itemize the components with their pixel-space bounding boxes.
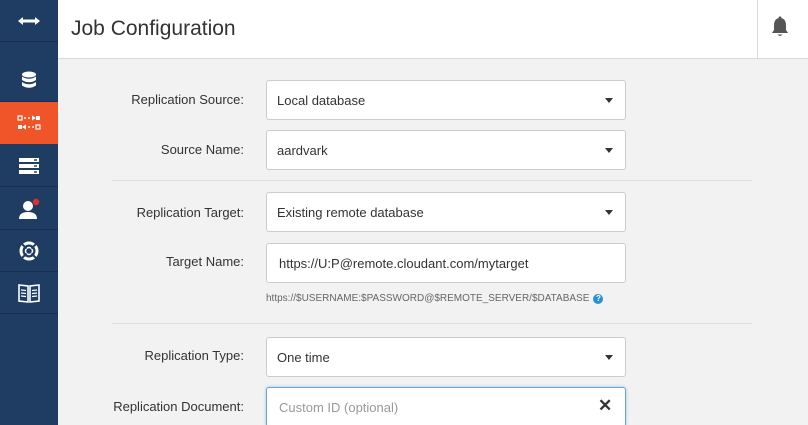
notification-badge bbox=[32, 198, 40, 205]
sidebar-item-replication[interactable] bbox=[0, 102, 58, 144]
source-name-value: aardvark bbox=[277, 143, 328, 158]
replication-document-row: ✕ bbox=[58, 387, 808, 425]
sidebar-item-documentation[interactable] bbox=[0, 272, 58, 314]
caret-down-icon bbox=[605, 210, 613, 215]
sidebar-item-account[interactable] bbox=[0, 188, 58, 230]
bell-icon bbox=[772, 16, 788, 36]
server-stack-icon bbox=[19, 157, 39, 174]
replication-source-value: Local database bbox=[277, 93, 366, 108]
target-name-input[interactable] bbox=[266, 243, 626, 283]
caret-down-icon bbox=[605, 98, 613, 103]
sidebar-item-active-tasks[interactable] bbox=[0, 145, 58, 187]
lifebuoy-icon bbox=[19, 241, 39, 260]
replication-target-select[interactable]: Existing remote database bbox=[266, 192, 626, 232]
sidebar-toggle[interactable] bbox=[0, 0, 58, 42]
target-name-help: https://$USERNAME:$PASSWORD@$REMOTE_SERV… bbox=[266, 293, 604, 304]
source-name-select[interactable]: aardvark bbox=[266, 130, 626, 170]
target-name-label: Target Name: bbox=[165, 254, 244, 269]
replication-document-input[interactable] bbox=[266, 387, 626, 425]
section-divider bbox=[112, 180, 752, 181]
help-icon[interactable]: ? bbox=[593, 294, 604, 304]
page-title: Job Configuration bbox=[71, 17, 236, 40]
caret-down-icon bbox=[605, 148, 613, 153]
replication-target-label: Replication Target: bbox=[136, 205, 244, 220]
user-icon bbox=[19, 198, 40, 219]
target-name-help-text: https://$USERNAME:$PASSWORD@$REMOTE_SERV… bbox=[266, 293, 590, 304]
expand-arrows-icon bbox=[18, 16, 40, 25]
close-icon[interactable]: ✕ bbox=[598, 396, 612, 416]
section-divider bbox=[112, 323, 752, 324]
notifications-button[interactable] bbox=[770, 16, 790, 43]
replication-type-label: Replication Type: bbox=[144, 348, 245, 363]
book-icon bbox=[18, 283, 40, 303]
job-configuration-form: Replication Source: Local database Sourc… bbox=[58, 60, 808, 425]
replication-icon bbox=[17, 115, 41, 130]
sidebar-item-databases[interactable] bbox=[0, 60, 58, 102]
replication-target-value: Existing remote database bbox=[277, 205, 424, 220]
source-name-label: Source Name: bbox=[160, 142, 244, 157]
caret-down-icon bbox=[605, 355, 613, 360]
database-icon bbox=[22, 71, 36, 88]
header-divider bbox=[757, 0, 758, 59]
sidebar-item-support[interactable] bbox=[0, 230, 58, 272]
sidebar bbox=[0, 0, 58, 425]
replication-source-select[interactable]: Local database bbox=[266, 80, 626, 120]
replication-type-value: One time bbox=[277, 350, 330, 365]
replication-source-label: Replication Source: bbox=[131, 92, 244, 107]
replication-type-select[interactable]: One time bbox=[266, 337, 626, 377]
header: Job Configuration bbox=[58, 0, 808, 59]
